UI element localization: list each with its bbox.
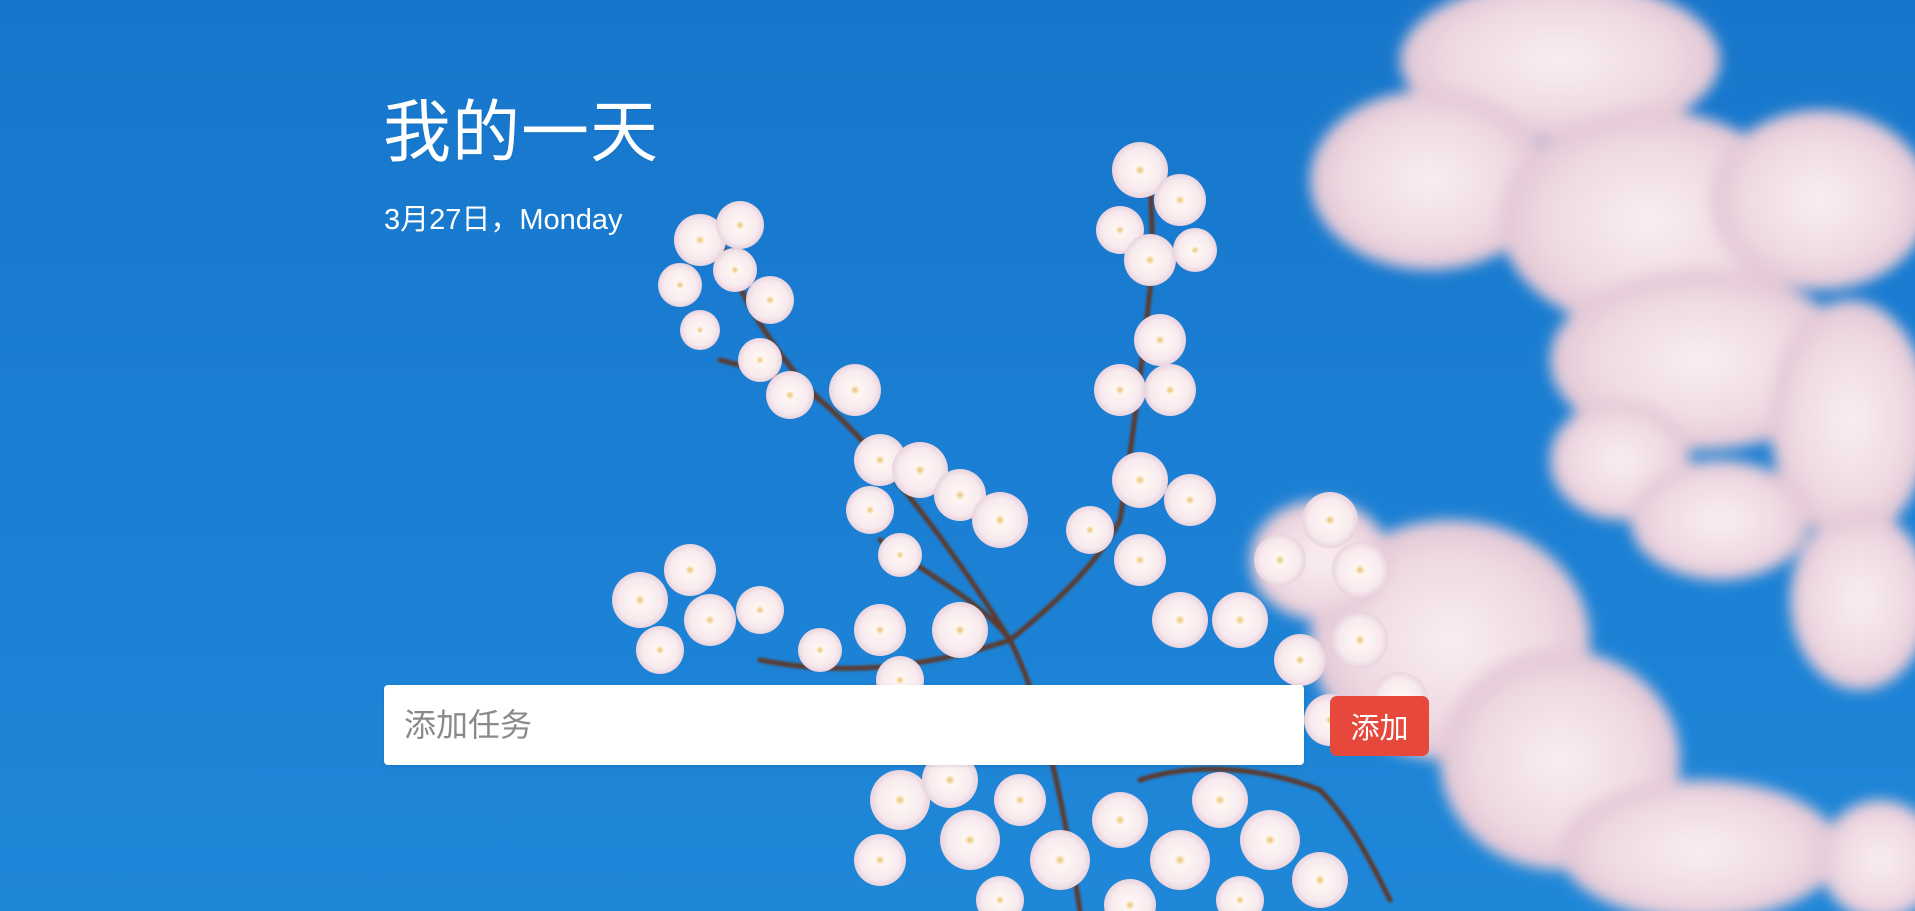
background-photo <box>0 0 1915 911</box>
add-task-button[interactable]: 添加 <box>1330 696 1429 756</box>
add-task-input[interactable] <box>384 685 1304 765</box>
date-label: 3月27日，Monday <box>384 204 623 236</box>
page-title: 我的一天 <box>383 94 660 173</box>
